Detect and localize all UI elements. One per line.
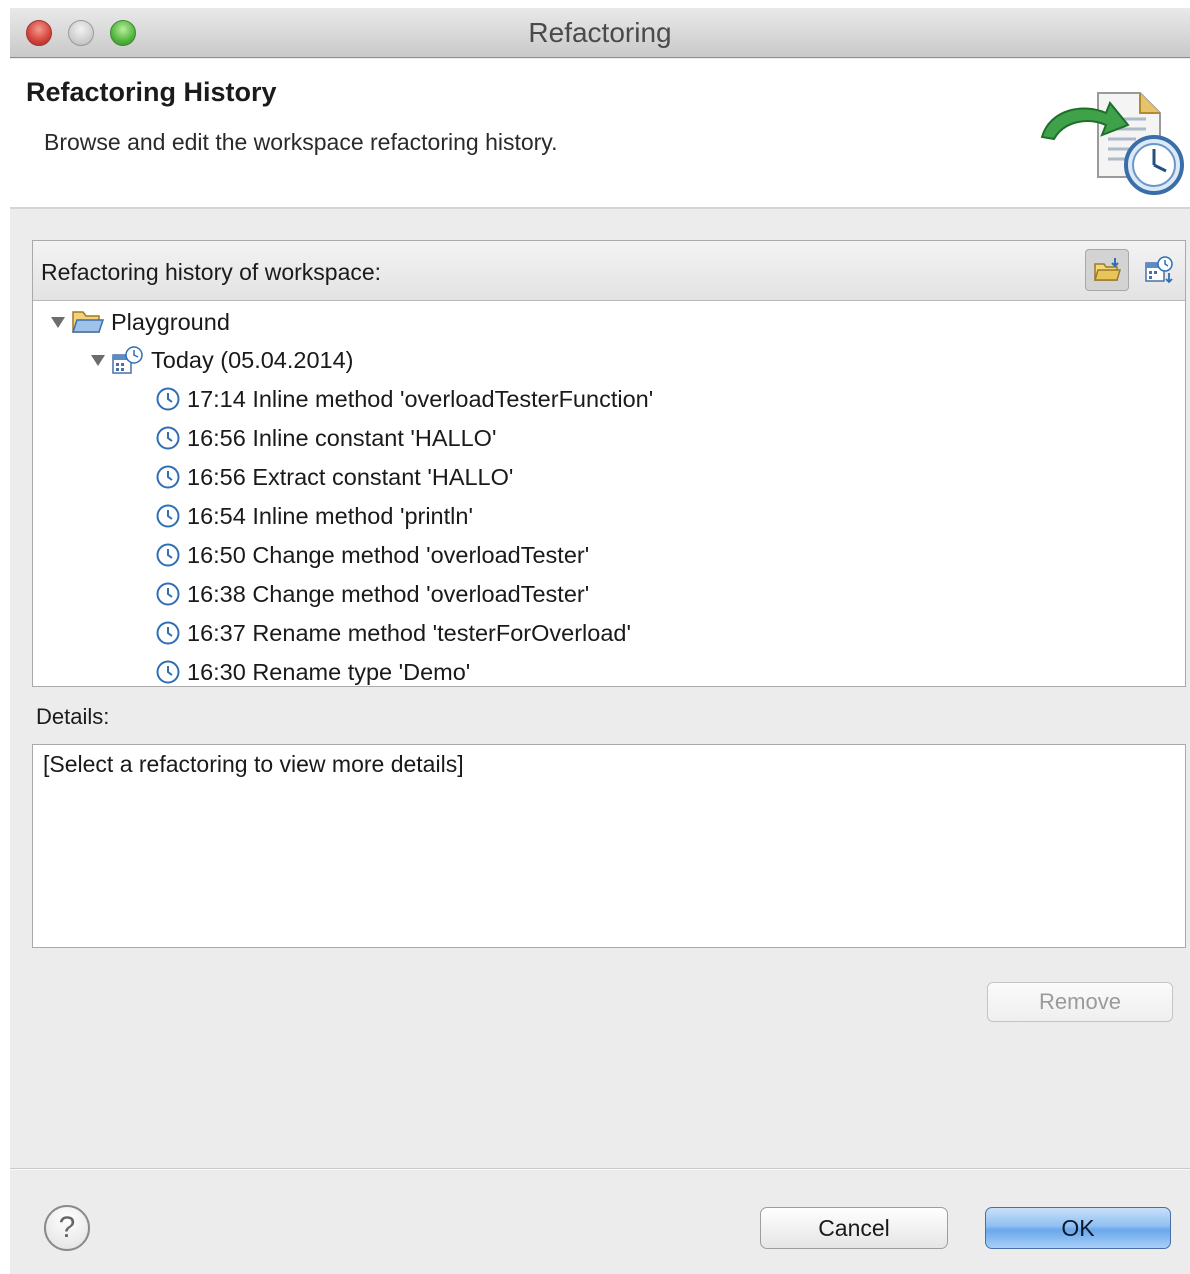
history-entry-label: 16:38 Change method 'overloadTester' bbox=[187, 580, 590, 607]
refactoring-history-wizard-icon bbox=[1040, 92, 1184, 195]
history-entry-label: 16:50 Change method 'overloadTester' bbox=[187, 541, 590, 568]
history-entry[interactable]: 16:30 Rename type 'Demo' bbox=[155, 654, 470, 686]
details-text-area[interactable]: [Select a refactoring to view more detai… bbox=[32, 744, 1186, 948]
history-entry[interactable]: 16:56 Inline constant 'HALLO' bbox=[155, 420, 496, 456]
tree-node-project[interactable]: Playground bbox=[49, 304, 230, 340]
refactoring-history-panel: Refactoring history of workspace: Playgr… bbox=[32, 240, 1186, 687]
history-entry[interactable]: 16:50 Change method 'overloadTester' bbox=[155, 537, 589, 573]
page-title: Refactoring History bbox=[26, 77, 277, 107]
history-entry-label: 16:56 Inline constant 'HALLO' bbox=[187, 424, 497, 451]
history-entry-label: 16:54 Inline method 'println' bbox=[187, 502, 473, 529]
tree-node-date-group[interactable]: Today (05.04.2014) bbox=[89, 342, 354, 378]
expanded-triangle-icon[interactable] bbox=[49, 313, 67, 331]
history-entry[interactable]: 16:38 Change method 'overloadTester' bbox=[155, 576, 589, 612]
history-entry[interactable]: 17:14 Inline method 'overloadTesterFunct… bbox=[155, 381, 653, 417]
clock-icon bbox=[156, 465, 180, 489]
clock-icon bbox=[156, 660, 180, 684]
expanded-triangle-icon[interactable] bbox=[89, 351, 107, 369]
footer-separator bbox=[10, 1168, 1190, 1170]
clock-icon bbox=[156, 387, 180, 411]
cancel-button[interactable]: Cancel bbox=[760, 1207, 948, 1249]
history-panel-header: Refactoring history of workspace: bbox=[33, 241, 1185, 301]
history-entry[interactable]: 16:56 Extract constant 'HALLO' bbox=[155, 459, 513, 495]
title-bar: Refactoring bbox=[10, 8, 1190, 58]
clock-icon bbox=[156, 582, 180, 606]
window-title: Refactoring bbox=[528, 17, 672, 48]
history-entry[interactable]: 16:37 Rename method 'testerForOverload' bbox=[155, 615, 631, 651]
history-entry[interactable]: 16:54 Inline method 'println' bbox=[155, 498, 473, 534]
history-entry-label: 17:14 Inline method 'overloadTesterFunct… bbox=[187, 385, 654, 412]
clock-icon bbox=[156, 504, 180, 528]
history-label: Refactoring history of workspace: bbox=[41, 259, 382, 285]
clock-icon bbox=[156, 426, 180, 450]
details-placeholder: [Select a refactoring to view more detai… bbox=[43, 751, 464, 777]
details-label: Details: bbox=[36, 704, 110, 729]
ok-button[interactable]: OK bbox=[985, 1207, 1171, 1249]
clock-icon bbox=[156, 543, 180, 567]
project-label: Playground bbox=[111, 308, 230, 335]
clock-icon bbox=[156, 621, 180, 645]
remove-button[interactable]: Remove bbox=[987, 982, 1173, 1022]
folder-sort-icon bbox=[1093, 258, 1122, 281]
calendar-sort-icon bbox=[1145, 256, 1173, 284]
open-folder-icon bbox=[71, 311, 105, 333]
calendar-clock-icon bbox=[112, 346, 143, 374]
date-group-label: Today (05.04.2014) bbox=[151, 346, 354, 373]
sort-by-project-button[interactable] bbox=[1085, 249, 1129, 291]
help-button[interactable]: ? bbox=[44, 1205, 90, 1251]
history-entry-label: 16:30 Rename type 'Demo' bbox=[187, 658, 471, 685]
history-entry-label: 16:37 Rename method 'testerForOverload' bbox=[187, 619, 631, 646]
refactoring-dialog: Refactoring Refactoring History Browse a… bbox=[10, 8, 1190, 1274]
page-description: Browse and edit the workspace refactorin… bbox=[44, 129, 558, 155]
history-entry-label: 16:56 Extract constant 'HALLO' bbox=[187, 463, 514, 490]
sort-by-date-button[interactable] bbox=[1137, 249, 1181, 291]
history-tree: Playground Today (05.04.2014) 17:14 Inli… bbox=[33, 302, 1185, 686]
wizard-header: Refactoring History Browse and edit the … bbox=[10, 59, 1190, 209]
